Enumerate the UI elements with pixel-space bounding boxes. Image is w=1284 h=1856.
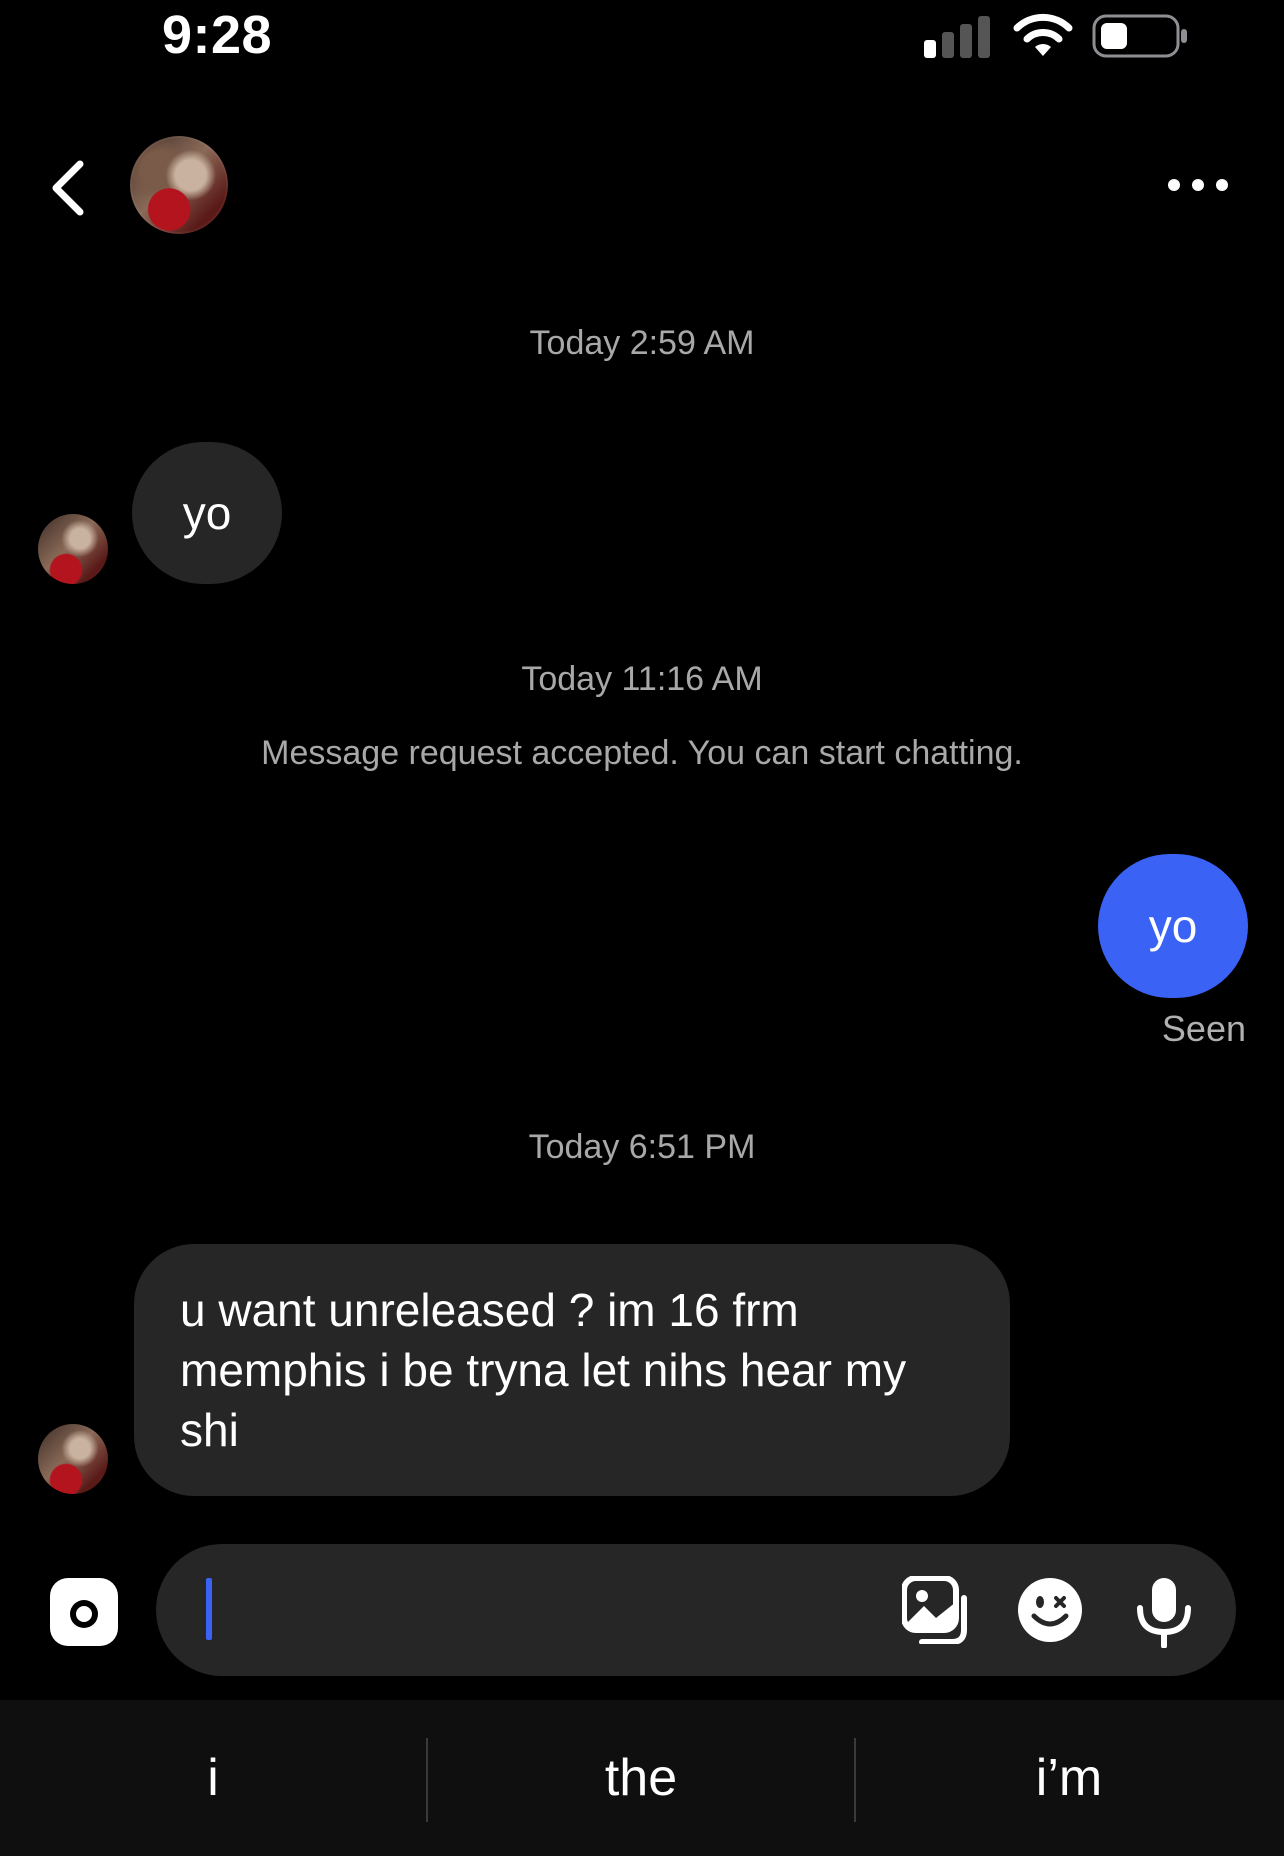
contact-avatar[interactable] — [130, 136, 228, 234]
keyboard-suggestion[interactable]: the — [428, 1700, 854, 1856]
message-text-line: memphis i be tryna let nihs hear my — [180, 1344, 907, 1396]
outgoing-message-bubble[interactable]: yo — [1098, 854, 1248, 998]
more-options-button[interactable] — [1166, 170, 1230, 200]
battery-icon — [1092, 14, 1187, 58]
sender-avatar[interactable] — [38, 514, 108, 584]
camera-icon — [50, 1580, 118, 1640]
back-button[interactable] — [44, 156, 92, 220]
sender-avatar[interactable] — [38, 1424, 108, 1494]
message-timestamp: Today 2:59 AM — [529, 324, 755, 362]
status-time: 9:28 — [162, 5, 273, 65]
cellular-signal-icon — [924, 16, 990, 58]
wifi-icon — [1013, 13, 1073, 56]
message-text-line: u want unreleased ? im 16 frm — [180, 1284, 799, 1336]
incoming-message-bubble[interactable]: u want unreleased ? im 16 frm memphis i … — [134, 1244, 1010, 1496]
message-text: yo — [182, 487, 232, 539]
system-message: Message request accepted. You can start … — [261, 734, 1023, 772]
keyboard-suggestion[interactable]: i’m — [856, 1700, 1282, 1856]
gallery-icon[interactable] — [902, 1576, 970, 1644]
message-timestamp: Today 11:16 AM — [521, 660, 763, 698]
message-timestamp: Today 6:51 PM — [528, 1128, 756, 1166]
microphone-icon[interactable] — [1134, 1576, 1194, 1648]
sticker-icon[interactable] — [1016, 1576, 1084, 1644]
message-text: yo — [1148, 900, 1198, 952]
incoming-message-bubble[interactable]: yo — [132, 442, 282, 584]
camera-button[interactable] — [50, 1578, 118, 1646]
message-text-line: shi — [180, 1404, 239, 1456]
seen-receipt: Seen — [1161, 1008, 1246, 1049]
text-cursor — [206, 1578, 212, 1640]
keyboard-suggestion[interactable]: i — [0, 1700, 426, 1856]
